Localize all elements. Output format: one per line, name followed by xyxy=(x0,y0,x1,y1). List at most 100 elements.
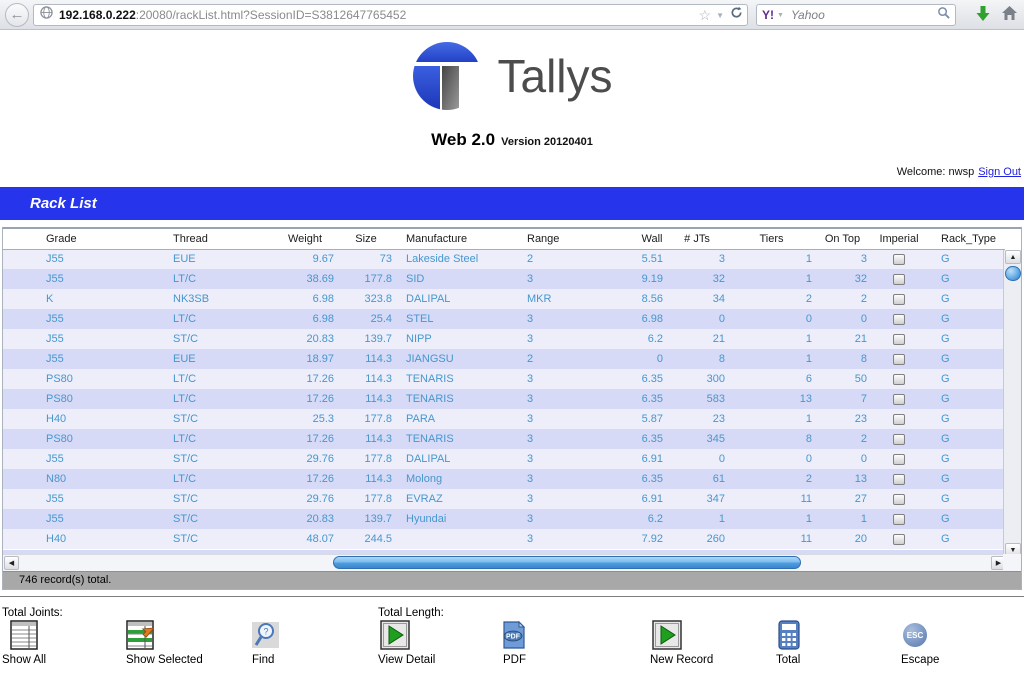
scroll-up-icon[interactable]: ▲ xyxy=(1005,250,1021,264)
imperial-checkbox[interactable] xyxy=(893,254,905,265)
table-row[interactable]: N80LT/C17.26114.3Molong36.3561213G xyxy=(3,469,1005,489)
total-length-label: Total Length: xyxy=(378,607,444,619)
escape-button[interactable]: ESC Escape xyxy=(901,620,1011,666)
imperial-checkbox[interactable] xyxy=(893,454,905,465)
imperial-checkbox[interactable] xyxy=(893,294,905,305)
app-version-line: Web 2.0Version 20120401 xyxy=(0,130,1024,150)
cell-rack_type: G xyxy=(928,309,1005,329)
column-header[interactable]: Tiers xyxy=(728,229,815,249)
show-selected-label: Show Selected xyxy=(126,654,236,666)
imperial-checkbox[interactable] xyxy=(893,314,905,325)
reload-icon[interactable] xyxy=(730,6,743,24)
cell-size: 177.8 xyxy=(337,489,395,509)
cell-size: 114.3 xyxy=(337,429,395,449)
show-all-button[interactable]: Show All xyxy=(2,620,112,666)
column-header[interactable]: Wall xyxy=(638,229,666,249)
find-button[interactable]: ? Find xyxy=(252,620,362,666)
column-header[interactable]: Weight xyxy=(273,229,337,249)
table-row[interactable]: J55LT/C6.9825.4STEL36.98000G xyxy=(3,309,1005,329)
imperial-checkbox[interactable] xyxy=(893,354,905,365)
cell-imperial xyxy=(870,309,928,329)
cell-manufacture: SID xyxy=(395,269,519,289)
bookmark-star-icon[interactable]: ☆ xyxy=(699,7,712,24)
horizontal-scrollbar[interactable]: ◀ ▶ xyxy=(3,554,1007,571)
column-header[interactable]: Grade xyxy=(33,229,160,249)
table-row[interactable]: H40ST/C25.3177.8PARA35.8723123G xyxy=(3,409,1005,429)
cell-tiers: 0 xyxy=(728,309,815,329)
table-row[interactable]: KNK3SB6.98323.8DALIPALMKR8.563422G xyxy=(3,289,1005,309)
imperial-checkbox[interactable] xyxy=(893,274,905,285)
cell-rack_type: G xyxy=(928,389,1005,409)
imperial-checkbox[interactable] xyxy=(893,434,905,445)
view-detail-label: View Detail xyxy=(378,654,488,666)
address-bar[interactable]: 192.168.0.222:20080/rackList.html?Sessio… xyxy=(33,4,748,26)
table-row[interactable]: J55EUE18.97114.3JIANGSU20818G xyxy=(3,349,1005,369)
cell-thread: LT/C xyxy=(160,429,273,449)
horizontal-scroll-thumb[interactable] xyxy=(333,556,801,569)
imperial-checkbox[interactable] xyxy=(893,474,905,485)
table-row[interactable]: J55EUE9.6773Lakeside Steel25.51313G xyxy=(3,249,1005,269)
cell-size: 114.3 xyxy=(337,389,395,409)
imperial-checkbox[interactable] xyxy=(893,334,905,345)
cell-grade: J55 xyxy=(33,449,160,469)
cell-tiers: 2 xyxy=(728,289,815,309)
home-icon[interactable] xyxy=(998,5,1020,25)
column-header[interactable]: Thread xyxy=(160,229,273,249)
cell-tiers: 11 xyxy=(728,529,815,549)
imperial-checkbox[interactable] xyxy=(893,514,905,525)
cell-weight: 20.83 xyxy=(273,509,337,529)
new-record-button[interactable]: New Record xyxy=(650,620,760,666)
search-icon[interactable] xyxy=(937,6,950,24)
cell-jts: 3 xyxy=(666,249,728,269)
cell-tiers: 1 xyxy=(728,329,815,349)
cell-manufacture xyxy=(395,529,519,549)
pdf-button[interactable]: PDF PDF xyxy=(501,620,611,666)
imperial-checkbox[interactable] xyxy=(893,534,905,545)
vertical-scroll-thumb[interactable] xyxy=(1005,266,1021,281)
url-dropdown-icon[interactable]: ▼ xyxy=(716,11,724,20)
table-row[interactable]: J55ST/C29.76177.8DALIPAL36.91000G xyxy=(3,449,1005,469)
column-header[interactable]: Range xyxy=(519,229,638,249)
cell-range: 3 xyxy=(519,309,638,329)
imperial-checkbox[interactable] xyxy=(893,374,905,385)
cell-size: 177.8 xyxy=(337,409,395,429)
table-row[interactable]: PS80LT/C17.26114.3TENARIS36.35300650G xyxy=(3,369,1005,389)
cell-size: 323.8 xyxy=(337,289,395,309)
spacer-column-header xyxy=(3,229,33,249)
cell-grade: N80 xyxy=(33,469,160,489)
tallys-logo: Tallys xyxy=(0,30,1024,112)
scroll-left-icon[interactable]: ◀ xyxy=(4,556,19,570)
imperial-checkbox[interactable] xyxy=(893,414,905,425)
search-bar[interactable]: Y! ▼ Yahoo xyxy=(756,4,956,26)
show-selected-button[interactable]: Show Selected xyxy=(126,620,236,666)
back-button[interactable]: ← xyxy=(5,3,29,27)
column-header[interactable]: # JTs xyxy=(666,229,728,249)
table-row[interactable]: J55ST/C29.76177.8EVRAZ36.913471127G xyxy=(3,489,1005,509)
cell-weight: 6.98 xyxy=(273,309,337,329)
view-detail-button[interactable]: View Detail xyxy=(378,620,488,666)
table-row[interactable]: J55LT/C38.69177.8SID39.1932132G xyxy=(3,269,1005,289)
cell-size: 114.3 xyxy=(337,369,395,389)
column-header[interactable]: On Top xyxy=(815,229,870,249)
imperial-checkbox[interactable] xyxy=(893,394,905,405)
column-header[interactable]: Rack_Type xyxy=(928,229,1005,249)
download-icon[interactable] xyxy=(972,5,994,25)
vertical-scrollbar[interactable]: ▲ ▼ xyxy=(1003,250,1021,557)
sign-out-link[interactable]: Sign Out xyxy=(978,166,1021,178)
total-calculator-icon xyxy=(776,620,886,652)
search-engine-dropdown-icon[interactable]: ▼ xyxy=(777,12,784,19)
welcome-line: Welcome: nwspSign Out xyxy=(0,166,1024,178)
table-row[interactable]: PS80LT/C17.26114.3TENARIS36.35583137G xyxy=(3,389,1005,409)
column-header[interactable]: Imperial xyxy=(870,229,928,249)
table-row[interactable]: PS80LT/C17.26114.3TENARIS36.3534582G xyxy=(3,429,1005,449)
column-header[interactable]: Size xyxy=(337,229,395,249)
imperial-checkbox[interactable] xyxy=(893,494,905,505)
table-row[interactable]: J55ST/C20.83139.7Hyundai36.2111G xyxy=(3,509,1005,529)
table-row[interactable]: H40ST/C48.07244.537.922601120G xyxy=(3,529,1005,549)
total-button[interactable]: Total xyxy=(776,620,886,666)
page-content: Tallys Web 2.0Version 20120401 Welcome: … xyxy=(0,30,1024,692)
table-row[interactable]: J55ST/C20.83139.7NIPP36.221121G xyxy=(3,329,1005,349)
cell-range: 3 xyxy=(519,369,638,389)
cell-tiers: 1 xyxy=(728,509,815,529)
column-header[interactable]: Manufacture xyxy=(395,229,519,249)
